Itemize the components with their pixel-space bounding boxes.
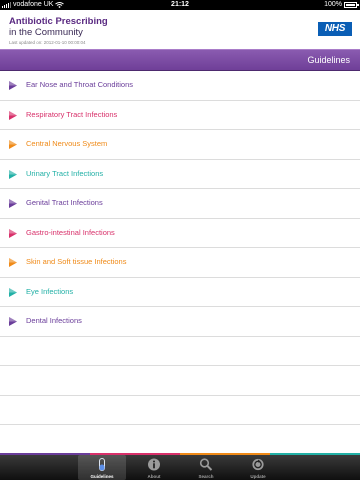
info-icon: [148, 458, 160, 471]
battery-percent: 100%: [324, 1, 342, 8]
status-right: 100%: [324, 0, 359, 10]
guideline-row[interactable]: Skin and Soft tissue Infections: [0, 248, 360, 278]
empty-row: [0, 336, 360, 366]
chevron-right-icon: [9, 81, 17, 90]
chevron-right-icon: [9, 228, 17, 238]
guideline-row[interactable]: Dental Infections: [0, 307, 360, 337]
app-screen: vodafone UK 21:12 100% Antibiotic Prescr…: [0, 0, 360, 480]
last-updated-text: Last updated on: 2012-01-10 00:00:04: [9, 40, 86, 45]
guideline-label: Central Nervous System: [26, 139, 108, 148]
magnifier-icon: [199, 458, 213, 471]
chevron-right-icon: [9, 140, 17, 149]
app-title-line2: in the Community: [9, 27, 83, 38]
app-title-line1: Antibiotic Prescribing: [9, 16, 108, 27]
chevron-right-icon: [9, 110, 17, 120]
guideline-row[interactable]: Gastro-intestinal Infections: [0, 218, 360, 248]
guideline-label: Dental Infections: [26, 316, 82, 325]
guideline-label: Eye Infections: [26, 286, 74, 296]
chevron-right-icon: [9, 258, 17, 267]
tab-update[interactable]: Update: [234, 455, 282, 480]
tab-bar: Guidelines About Search Update: [0, 455, 360, 480]
guideline-row[interactable]: Genital Tract Infections: [0, 189, 360, 219]
pill-icon: [99, 458, 105, 471]
guideline-label: Skin and Soft tissue Infections: [26, 257, 127, 266]
update-icon: [252, 458, 264, 471]
empty-row: [0, 366, 360, 396]
navigation-bar: Guidelines: [0, 49, 360, 71]
tab-guidelines[interactable]: Guidelines: [78, 455, 126, 480]
guideline-row[interactable]: Respiratory Tract Infections: [0, 100, 360, 130]
tab-label-about: About: [147, 474, 161, 479]
tab-search[interactable]: Search: [182, 455, 230, 480]
guideline-row[interactable]: Urinary Tract Infections: [0, 159, 360, 189]
guideline-label: Ear Nose and Throat Conditions: [26, 80, 134, 89]
guideline-label: Urinary Tract Infections: [26, 168, 104, 178]
chevron-right-icon: [9, 317, 17, 326]
battery-icon: [344, 2, 359, 8]
guideline-row[interactable]: Ear Nose and Throat Conditions: [0, 71, 360, 101]
chevron-right-icon: [9, 169, 17, 179]
nhs-logo: NHS: [318, 22, 352, 36]
empty-row: [0, 425, 360, 455]
tab-label-update: Update: [250, 474, 266, 479]
guideline-row[interactable]: Eye Infections: [0, 277, 360, 307]
tab-label-guidelines: Guidelines: [90, 474, 114, 479]
tab-label-search: Search: [198, 474, 214, 479]
guidelines-list: Ear Nose and Throat Conditions Respirator…: [0, 71, 360, 455]
chevron-right-icon: [9, 199, 17, 208]
chevron-right-icon: [9, 287, 17, 297]
status-bar: vodafone UK 21:12 100%: [0, 0, 360, 10]
guideline-label: Gastro-intestinal Infections: [26, 227, 115, 237]
empty-row: [0, 395, 360, 425]
app-header: Antibiotic Prescribing in the Community …: [0, 10, 360, 49]
tab-about[interactable]: About: [130, 455, 178, 480]
battery-fill: [346, 4, 355, 6]
guideline-label: Genital Tract Infections: [26, 198, 103, 207]
guideline-row[interactable]: Central Nervous System: [0, 130, 360, 160]
app-title: Antibiotic Prescribing in the Community: [9, 16, 269, 38]
navigation-title: Guidelines: [307, 55, 350, 65]
status-time: 21:12: [171, 1, 189, 8]
guideline-label: Respiratory Tract Infections: [26, 109, 118, 119]
